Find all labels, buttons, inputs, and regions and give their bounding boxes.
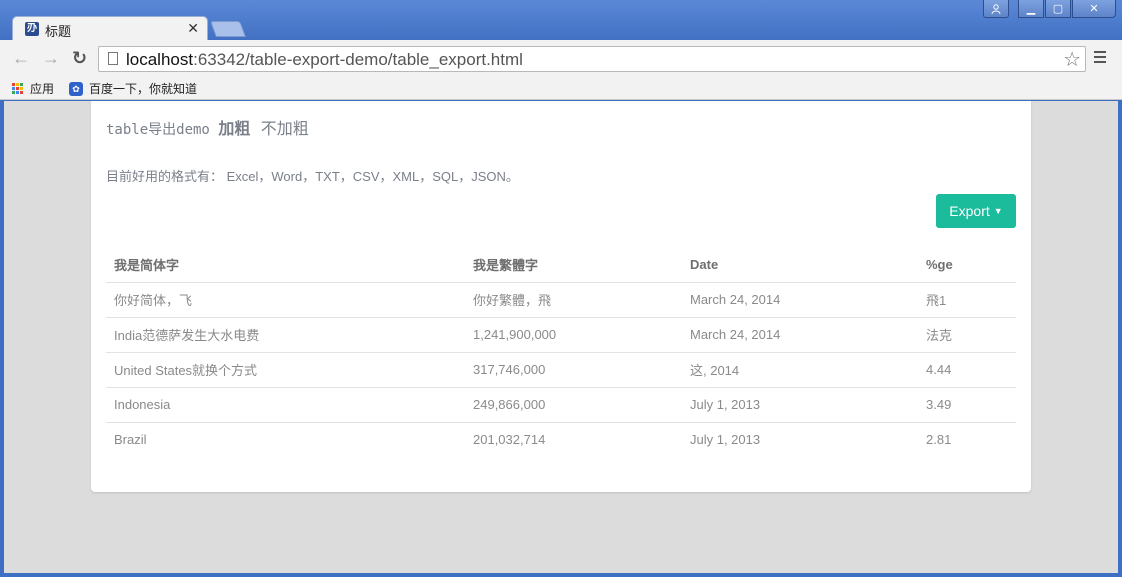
tab-title: 标题 [45, 24, 72, 39]
table-cell: 249,866,000 [465, 387, 682, 423]
back-arrow-icon[interactable]: ← [12, 48, 30, 69]
bookmark-label: 百度一下，你就知道 [89, 82, 198, 96]
maximize-button[interactable]: ▢ [1045, 0, 1071, 18]
url-host: localhost [126, 50, 194, 69]
table-cell: 你好繁體，飛 [465, 282, 682, 318]
reload-icon[interactable]: ↻ [72, 48, 87, 69]
column-header: %ge [918, 248, 1016, 283]
heading-mono-text: table导出demo [106, 122, 210, 138]
page-viewport: table导出demo 加粗 不加粗 目前好用的格式有： Excel，Word，… [4, 101, 1118, 573]
page-heading: table导出demo 加粗 不加粗 [106, 115, 309, 139]
tab-favicon-icon: 刅 [25, 22, 39, 36]
data-table: 我是简体字 我是繁體字 Date %ge 你好简体，飞 你好繁體，飛 March… [106, 248, 1016, 457]
chevron-down-icon: ▼ [993, 206, 1003, 216]
table-cell: 201,032,714 [473, 432, 546, 448]
address-bar[interactable]: localhost:63342/table-export-demo/table_… [98, 46, 1086, 72]
table-cell: 3.49 [918, 387, 1016, 423]
content-card: table导出demo 加粗 不加粗 目前好用的格式有： Excel，Word，… [91, 101, 1031, 492]
table-row: Brazil 201,032,714 July 1, 2013 2.81 [106, 422, 1016, 457]
close-tab-icon[interactable]: ✕ [187, 20, 199, 37]
heading-normal-text: 不加粗 [260, 121, 309, 138]
baidu-paw-icon: ✿ [69, 81, 83, 96]
table-cell: 1,241,900,000 [465, 317, 682, 353]
bookmark-apps[interactable]: 应用 [12, 80, 54, 97]
table-cell: 317,746,000 [465, 352, 682, 388]
export-button[interactable]: Export ▼ [936, 194, 1016, 228]
bookmarks-bar: 应用 ✿ 百度一下，你就知道 [0, 76, 1122, 100]
table-cell: 4.44 [918, 352, 1016, 388]
minimize-button[interactable]: ▁ [1018, 0, 1044, 18]
export-label: Export [949, 203, 990, 219]
apps-grid-icon [12, 82, 24, 95]
bookmark-baidu[interactable]: ✿ 百度一下，你就知道 [69, 80, 197, 97]
page-icon [108, 52, 118, 65]
table-cell: 飛1 [918, 282, 1016, 318]
forward-arrow-icon[interactable]: → [42, 48, 60, 69]
bookmark-label: 应用 [30, 82, 55, 96]
table-row: Indonesia 249,866,000 July 1, 2013 3.49 [106, 387, 1016, 423]
table-cell: 这, 2014 [682, 352, 918, 388]
table-cell: Indonesia [106, 387, 465, 423]
table-row: India范德萨发生大水电费 1,241,900,000 March 24, 2… [106, 317, 1016, 353]
url-text[interactable]: localhost:63342/table-export-demo/table_… [126, 50, 523, 70]
table-cell: United States就换个方式 [106, 352, 465, 388]
table-cell: 2.81 [926, 432, 952, 448]
table-cell: July 1, 2013 [690, 432, 761, 448]
close-window-button[interactable]: ✕ [1072, 0, 1116, 18]
menu-icon[interactable] [1094, 51, 1106, 66]
window-titlebar: 刅 标题 ✕ ▁ ▢ ✕ [0, 0, 1122, 42]
table-row: 你好简体，飞 你好繁體，飛 March 24, 2014 飛1 [106, 282, 1016, 318]
browser-tab[interactable]: 刅 标题 ✕ [12, 16, 208, 42]
new-tab-button[interactable] [210, 21, 246, 37]
url-path: :63342/table-export-demo/table_export.ht… [193, 50, 523, 69]
table-cell: July 1, 2013 [682, 387, 918, 423]
column-header: Date [682, 248, 918, 283]
table-cell: March 24, 2014 [682, 317, 918, 353]
formats-description: 目前好用的格式有： Excel，Word，TXT，CSV，XML，SQL，JSO… [106, 169, 519, 184]
table-cell: March 24, 2014 [682, 282, 918, 318]
column-header: 我是简体字 [106, 248, 465, 283]
column-header: 我是繁體字 [465, 248, 682, 283]
table-cell: Brazil [114, 432, 147, 448]
window-bottom-border [0, 573, 1122, 577]
user-profile-icon[interactable] [983, 0, 1009, 18]
window-controls: ▁ ▢ ✕ [982, 0, 1116, 18]
table-row: United States就换个方式 317,746,000 这, 2014 4… [106, 352, 1016, 388]
bookmark-star-icon[interactable]: ☆ [1063, 47, 1081, 72]
heading-bold-text: 加粗 [218, 121, 251, 138]
browser-toolbar: ← → ↻ localhost:63342/table-export-demo/… [0, 40, 1122, 76]
table-cell: 你好简体，飞 [106, 282, 465, 318]
table-header-row: 我是简体字 我是繁體字 Date %ge [106, 248, 1016, 283]
table-cell: 法克 [918, 317, 1016, 353]
table-cell: India范德萨发生大水电费 [106, 317, 465, 353]
